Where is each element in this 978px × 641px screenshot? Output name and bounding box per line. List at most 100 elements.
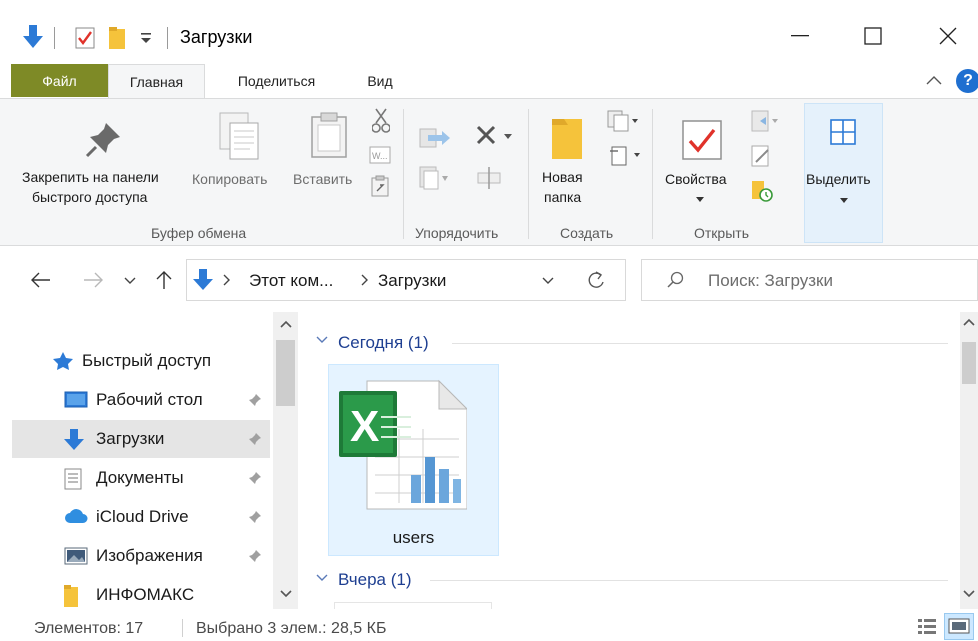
pin-label-line2: быстрого доступа [32,189,148,205]
selection-info: Выбрано 3 элем.: 28,5 КБ [196,620,387,637]
nav-item-icloud-drive[interactable]: iCloud Drive [12,498,270,536]
scroll-down-icon[interactable] [280,590,292,598]
chevron-down-icon [542,277,554,284]
nav-label: ИНФОМАКС [96,585,195,604]
move-to-icon[interactable] [418,125,454,151]
scroll-down-icon[interactable] [963,590,975,598]
new-folder-button[interactable]: Новая папка [542,167,583,207]
breadcrumb-downloads[interactable]: Загрузки [378,271,446,291]
customize-chevron-icon[interactable] [140,31,152,45]
edit-icon[interactable] [750,144,772,168]
open-icon[interactable] [750,109,780,133]
pin-icon[interactable] [248,393,262,407]
copy-to-icon[interactable] [418,165,454,191]
select-label: Выделить [806,171,871,187]
ribbon-tabs: Файл Главная Поделиться Вид ? [0,64,978,99]
nav-quick-access[interactable]: Быстрый доступ [12,342,270,380]
chevron-down-icon[interactable] [696,197,704,203]
documents-icon [64,468,86,490]
refresh-icon [588,271,604,288]
rename-icon[interactable] [476,165,502,191]
address-bar[interactable]: Этот ком... Загрузки [186,259,626,301]
copy-button[interactable]: Копировать [192,169,267,189]
delete-icon[interactable] [474,123,514,149]
separator [167,27,168,49]
nav-item-documents[interactable]: Документы [12,459,270,497]
minimize-button[interactable] [770,14,830,58]
pin-icon[interactable] [248,549,262,563]
tab-view[interactable]: Вид [350,64,410,98]
up-button[interactable] [156,270,172,290]
paste-shortcut-icon[interactable] [371,175,389,197]
nav-label: Загрузки [96,429,165,448]
help-icon[interactable]: ? [956,69,978,93]
breadcrumb-this-pc[interactable]: Этот ком... [249,271,333,291]
new-folder-icon[interactable] [109,27,125,49]
breadcrumb-chevron-icon[interactable] [223,274,231,286]
breadcrumb-chevron-icon[interactable] [361,274,369,286]
forward-button[interactable] [82,272,104,288]
paste-icon [310,111,348,159]
content-scroll-thumb[interactable] [962,342,976,384]
select-button[interactable]: Выделить [804,103,883,243]
address-history-button[interactable] [542,277,554,285]
cut-icon[interactable] [372,107,390,135]
close-button[interactable] [918,14,978,58]
file-item-partial[interactable] [334,602,492,609]
recent-locations-button[interactable] [124,277,136,285]
copy-path-icon[interactable]: W... [369,146,391,164]
nav-scroll-thumb[interactable] [276,340,295,406]
group-header-today[interactable]: Сегодня (1) [338,333,429,353]
group-separator [528,109,529,239]
new-item-icon[interactable] [606,109,640,133]
navigation-pane: Быстрый доступ Рабочий стол Загрузки Док… [0,312,298,609]
nav-item-downloads[interactable]: Загрузки [12,420,270,458]
paste-button[interactable]: Вставить [293,169,352,189]
search-box[interactable]: Поиск: Загрузки [641,259,978,301]
properties-large-icon [681,119,723,161]
pin-icon [84,119,124,159]
search-icon [666,271,684,289]
nav-label: Изображения [96,546,203,565]
group-collapse-icon[interactable] [316,336,328,344]
tab-share[interactable]: Поделиться [214,64,339,98]
pin-icon[interactable] [248,432,262,446]
back-button[interactable] [30,272,52,288]
scroll-up-icon[interactable] [280,320,292,328]
window-title: Загрузки [180,27,253,47]
pictures-icon [64,546,88,566]
large-icons-view-button[interactable] [944,613,974,640]
file-name: users [392,528,435,547]
pin-icon[interactable] [248,510,262,524]
nav-item-desktop[interactable]: Рабочий стол [12,381,270,419]
refresh-button[interactable] [587,270,605,290]
content-scrollbar[interactable] [960,312,978,609]
group-header-yesterday[interactable]: Вчера (1) [338,570,412,590]
group-divider [430,580,948,581]
nav-label: iCloud Drive [96,507,189,526]
folder-icon [64,585,86,607]
scroll-up-icon[interactable] [963,318,975,326]
tab-home[interactable]: Главная [108,64,205,99]
easy-access-icon[interactable] [608,143,642,167]
nav-item-pictures[interactable]: Изображения [12,537,270,575]
history-icon[interactable] [750,179,774,203]
properties-icon[interactable] [75,27,95,49]
nav-scrollbar[interactable] [273,312,298,609]
group-collapse-icon[interactable] [316,574,328,582]
separator [182,619,183,637]
group-separator [403,109,404,239]
maximize-button[interactable] [843,14,903,58]
chevron-down-icon [840,198,848,204]
details-view-button[interactable] [917,617,937,637]
group-label-new: Создать [560,225,614,241]
properties-button[interactable]: Свойства [665,169,726,189]
pin-icon[interactable] [248,471,262,485]
tab-file[interactable]: Файл [11,64,108,97]
collapse-ribbon-icon[interactable] [926,75,942,85]
select-all-icon [829,118,857,146]
new-folder-label-line1: Новая [542,169,583,185]
pin-to-quick-access-button[interactable]: Закрепить на панели быстрого доступа [22,167,190,207]
nav-label: Рабочий стол [96,390,203,409]
group-label-clipboard: Буфер обмена [151,225,247,241]
